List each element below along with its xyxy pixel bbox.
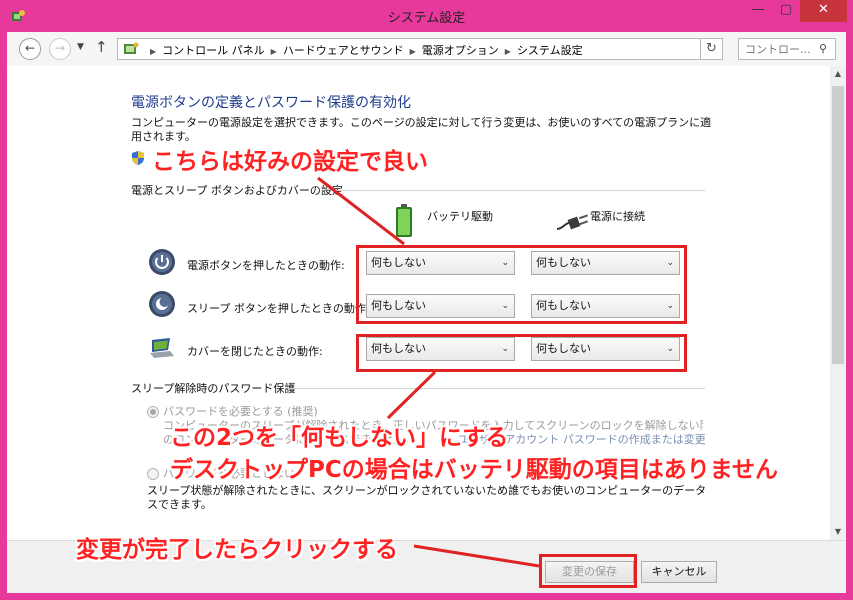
divider — [291, 388, 705, 389]
close-button[interactable]: ✕ — [800, 0, 847, 22]
breadcrumb-item-power-options[interactable]: 電源オプション — [422, 44, 499, 57]
breadcrumb-item-system-settings[interactable]: システム設定 — [517, 44, 583, 57]
row-label-sleep-button: スリープ ボタンを押したときの動作: — [187, 302, 370, 315]
chevron-right-icon: ▶ — [150, 47, 157, 56]
radio-no-password-desc: スリープ状態が解除されたときに、スクリーンがロックされていないため誰でもお使いの… — [147, 484, 707, 497]
search-input[interactable] — [745, 41, 815, 57]
uac-shield-icon — [132, 151, 144, 165]
divider — [333, 190, 705, 191]
battery-icon — [396, 204, 412, 237]
sleep-button-icon — [149, 291, 175, 317]
refresh-button[interactable]: ↻ — [701, 38, 723, 60]
forward-button[interactable]: → — [49, 38, 71, 60]
scroll-up-icon[interactable]: ▲ — [830, 66, 846, 82]
address-bar: ← → ▼ ↑ ▶ コントロール パネル ▶ ハードウェアとサウンド ▶ 電源オプション ▶… — [7, 32, 846, 66]
back-button[interactable]: ← — [19, 38, 41, 60]
scroll-down-icon[interactable]: ▼ — [830, 524, 846, 540]
annotation-set-nothing: この2つを「何もしない」にする — [170, 425, 509, 451]
chevron-right-icon: ▶ — [504, 47, 511, 56]
window-title: システム設定 — [387, 11, 466, 26]
maximize-button[interactable]: ▢ — [772, 0, 800, 22]
section-power-sleep-lid: 電源とスリープ ボタンおよびカバーの設定 — [131, 184, 343, 197]
scrollbar[interactable]: ▲ ▼ — [830, 66, 846, 540]
row-label-lid-close: カバーを閉じたときの動作: — [187, 345, 323, 358]
column-header-battery: バッテリ駆動 — [427, 210, 493, 223]
annotation-click-save: 変更が完了したらクリックする — [76, 537, 398, 563]
row-label-power-button: 電源ボタンを押したときの動作: — [187, 259, 345, 272]
minimize-button[interactable]: — — [744, 0, 772, 22]
title-bar: システム設定 — ▢ ✕ — [0, 0, 853, 32]
chevron-right-icon: ▶ — [270, 47, 277, 56]
section-wake-password: スリープ解除時のパスワード保護 — [131, 382, 296, 395]
annotation-desktop-note: デスクトップPCの場合はバッテリ駆動の項目はありません — [170, 457, 779, 483]
highlight-box-power-sleep — [356, 245, 687, 324]
scroll-thumb[interactable] — [832, 86, 844, 364]
breadcrumb[interactable]: ▶コントロール パネル▶ハードウェアとサウンド▶電源オプション▶システム設定 ▼ — [117, 38, 790, 61]
up-button[interactable]: ↑ — [95, 38, 108, 56]
breadcrumb-item-control-panel[interactable]: コントロール パネル — [162, 44, 265, 57]
breadcrumb-item-hardware-sound[interactable]: ハードウェアとサウンド — [283, 44, 404, 57]
laptop-lid-icon — [150, 338, 174, 358]
search-icon[interactable]: ⚲ — [819, 42, 827, 55]
highlight-box-save — [539, 554, 637, 588]
page-title: 電源ボタンの定義とパスワード保護の有効化 — [131, 95, 411, 111]
radio-no-password[interactable] — [147, 468, 159, 480]
radio-no-password-desc-2: スできます。 — [147, 498, 212, 511]
search-box[interactable]: ⚲ — [738, 38, 836, 60]
power-plug-icon — [556, 214, 589, 230]
power-button-icon — [149, 249, 175, 275]
column-header-plugged-in: 電源に接続 — [590, 210, 645, 223]
chevron-right-icon: ▶ — [409, 47, 416, 56]
cancel-button[interactable]: キャンセル — [641, 561, 717, 583]
page-description: コンピューターの電源設定を選択できます。このページの設定に対して行う変更は、お使… — [131, 116, 712, 143]
annotation-preference: こちらは好みの設定で良い — [152, 149, 428, 175]
radio-require-password[interactable] — [147, 406, 159, 418]
radio-require-password-label[interactable]: パスワードを必要とする (推奨) — [163, 405, 318, 419]
recent-pages-dropdown-icon[interactable]: ▼ — [77, 42, 84, 52]
highlight-box-lid — [356, 334, 687, 372]
control-panel-icon — [124, 42, 139, 54]
